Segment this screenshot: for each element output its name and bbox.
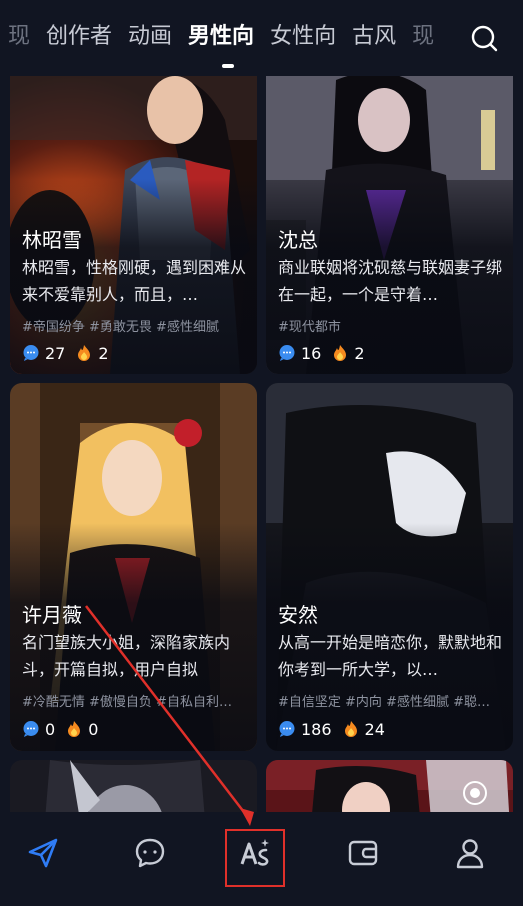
character-description: 商业联姻将沈砚慈与联姻妻子绑在一起，一个是守着… <box>278 258 503 304</box>
chat-bubble-icon <box>23 721 39 737</box>
character-card-1[interactable]: 林昭雪 林昭雪，性格刚硬，遇到困难从来不爱靠别人，而且，… #帝国纷争 #勇敢无… <box>10 60 257 374</box>
chat-bubble-icon <box>279 721 295 737</box>
tab-male-oriented[interactable]: 男性向 <box>188 18 254 50</box>
card-stats: 0 0 <box>22 718 98 740</box>
hot-count: 24 <box>364 719 385 739</box>
character-card-4[interactable]: 安然 从高一开始是暗恋你，默默地和你考到一所大学，以… #自信坚定 #内向 #感… <box>266 383 513 751</box>
character-name: 林昭雪 <box>22 228 82 252</box>
character-tags: #自信坚定 #内向 #感性细腻 #聪… <box>278 695 490 710</box>
hot-count: 2 <box>354 343 365 363</box>
comment-count: 186 <box>301 719 332 739</box>
tab-partial-right[interactable]: 现 <box>412 18 434 50</box>
record-icon[interactable] <box>462 780 488 806</box>
active-tab-indicator <box>222 64 234 68</box>
highlight-box <box>225 829 285 887</box>
character-name: 安然 <box>278 603 318 627</box>
fire-icon <box>78 345 91 361</box>
category-tab-bar: 现 创作者 动画 男性向 女性向 古风 现 <box>0 0 523 76</box>
profile-icon[interactable] <box>453 836 487 870</box>
character-tags: #冷酷无情 #傲慢自负 #自私自利… <box>22 695 232 710</box>
character-name: 许月薇 <box>22 603 82 627</box>
comment-count: 27 <box>45 343 66 363</box>
character-name: 沈总 <box>278 228 318 252</box>
send-icon[interactable] <box>26 836 60 870</box>
fire-icon <box>344 721 357 737</box>
card-stats: 186 24 <box>278 718 385 740</box>
character-card-2[interactable]: 沈总 商业联姻将沈砚慈与联姻妻子绑在一起，一个是守着… #现代都市 16 2 <box>266 60 513 374</box>
chat-bubble-icon <box>23 345 39 361</box>
character-description: 从高一开始是暗恋你，默默地和你考到一所大学，以… <box>278 633 503 679</box>
tab-female-oriented[interactable]: 女性向 <box>270 18 336 50</box>
comment-count: 16 <box>301 343 322 363</box>
character-tags: #帝国纷争 #勇敢无畏 #感性细腻 <box>22 320 219 335</box>
card-stats: 27 2 <box>22 342 109 364</box>
hot-count: 2 <box>98 343 109 363</box>
card-stats: 16 2 <box>278 342 365 364</box>
character-description: 名门望族大小姐，深陷家族内斗，开篇自拟，用户自拟 <box>22 633 231 679</box>
hot-count: 0 <box>88 719 99 739</box>
search-icon[interactable] <box>468 22 500 54</box>
tab-creator[interactable]: 创作者 <box>46 18 112 50</box>
wallet-icon[interactable] <box>346 836 380 870</box>
chat-icon[interactable] <box>133 836 167 870</box>
tab-partial-left[interactable]: 现 <box>8 18 30 50</box>
tab-ancient-style[interactable]: 古风 <box>352 18 396 50</box>
character-description: 林昭雪，性格刚硬，遇到困难从来不爱靠别人，而且，… <box>22 258 247 304</box>
fire-icon <box>334 345 347 361</box>
character-tags: #现代都市 <box>278 320 341 335</box>
fire-icon <box>68 721 81 737</box>
chat-bubble-icon <box>279 345 295 361</box>
character-card-3[interactable]: 许月薇 名门望族大小姐，深陷家族内斗，开篇自拟，用户自拟 #冷酷无情 #傲慢自负… <box>10 383 257 751</box>
comment-count: 0 <box>45 719 56 739</box>
tab-animation[interactable]: 动画 <box>128 18 172 50</box>
